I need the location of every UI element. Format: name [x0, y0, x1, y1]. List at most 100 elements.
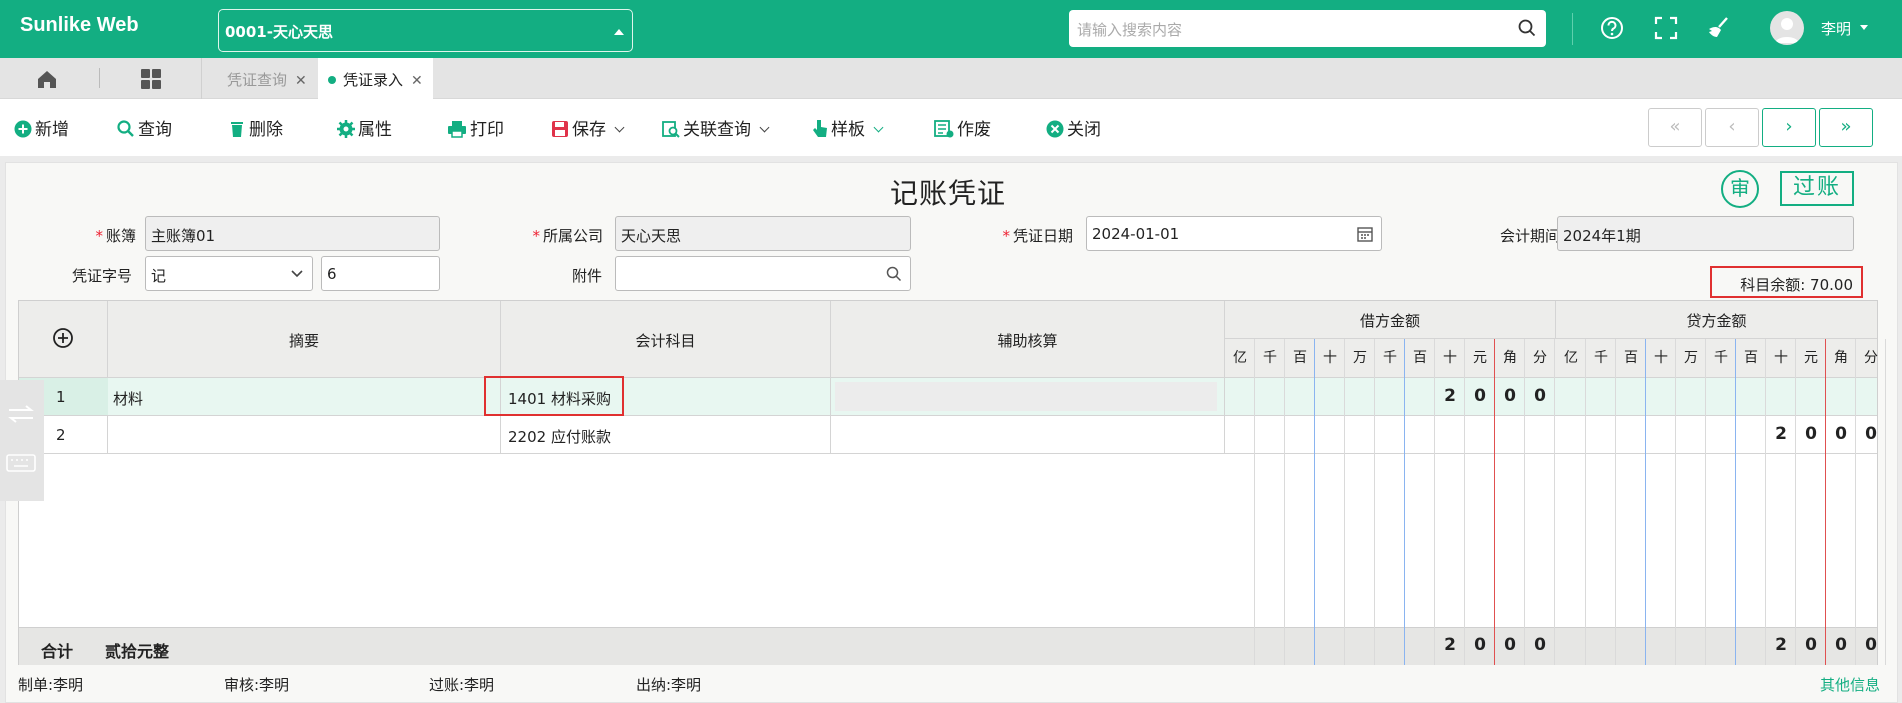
swap-arrows-icon[interactable] — [6, 404, 36, 424]
company-field[interactable]: 天心天思 — [615, 216, 911, 251]
total-debit-digit: 0 — [1474, 635, 1486, 655]
aux-cell[interactable] — [831, 378, 1225, 415]
close-button[interactable]: 关闭 — [1046, 115, 1101, 140]
credit-amount-digit: 2 — [1775, 424, 1787, 444]
help-icon[interactable] — [1598, 14, 1626, 42]
voucher-entry-grid: 摘要 会计科目 辅助核算 借方金额 贷方金额 1 材料 1401 材料采购 2 … — [18, 300, 1886, 665]
digit-divider — [1284, 627, 1285, 665]
more-info-link[interactable]: 其他信息 — [1820, 674, 1880, 695]
digit-divider — [1885, 339, 1886, 627]
poster-info: 过账:李明 — [429, 676, 495, 694]
new-button[interactable]: 新增 — [14, 115, 69, 140]
next-record-button[interactable]: › — [1762, 108, 1816, 147]
attachment-label: 附件 — [571, 267, 602, 285]
query-label: 查询 — [138, 120, 172, 140]
grid-menu-icon[interactable] — [140, 68, 162, 90]
credit-amount-digit: 0 — [1805, 424, 1817, 444]
maker-info: 制单:李明 — [18, 676, 84, 694]
add-row-header — [19, 301, 108, 378]
digit-divider — [1554, 339, 1555, 627]
tab-voucher-query[interactable]: 凭证查询 ✕ — [217, 58, 317, 99]
aux-cell[interactable] — [831, 416, 1225, 453]
active-dot-icon — [328, 76, 336, 84]
table-row[interactable]: 1 材料 1401 材料采购 — [19, 378, 1877, 416]
table-row[interactable]: 2 2202 应付账款 — [19, 416, 1877, 454]
debit-digit-3: 十 — [1323, 350, 1337, 366]
digit-divider — [1615, 627, 1616, 665]
debit-digit-6: 百 — [1413, 350, 1427, 366]
user-name[interactable]: 李明 — [1821, 18, 1851, 39]
voucher-word-select[interactable]: 记 — [145, 256, 313, 291]
col-subject-header: 会计科目 — [501, 301, 831, 378]
close-icon[interactable]: ✕ — [295, 73, 307, 89]
debit-amount-digit: 2 — [1444, 386, 1456, 406]
chevron-down-icon[interactable] — [873, 122, 884, 133]
user-avatar[interactable] — [1770, 11, 1804, 45]
credit-digit-6: 百 — [1744, 350, 1758, 366]
total-debit-digit: 0 — [1504, 635, 1516, 655]
void-button[interactable]: 作废 — [934, 115, 991, 140]
subject-cell[interactable]: 2202 应付账款 — [501, 416, 831, 453]
print-button[interactable]: 打印 — [447, 115, 504, 140]
void-label: 作废 — [957, 120, 991, 140]
company-label: * 所属公司 — [532, 227, 603, 245]
debit-digit-9: 角 — [1503, 350, 1517, 366]
total-debit-digit: 2 — [1444, 635, 1456, 655]
query-button[interactable]: 查询 — [117, 115, 172, 140]
template-button[interactable]: 样板 — [812, 115, 884, 140]
cashier-info: 出纳:李明 — [636, 676, 702, 694]
search-icon[interactable] — [886, 266, 902, 282]
digit-divider — [1765, 339, 1766, 627]
debit-digit-4: 万 — [1353, 350, 1367, 366]
search-icon[interactable] — [1518, 19, 1536, 37]
delete-label: 删除 — [249, 120, 283, 140]
tab-bar: 凭证查询 ✕ 凭证录入 ✕ — [0, 58, 1902, 99]
total-credit-digit: 0 — [1835, 635, 1847, 655]
voucher-date-field[interactable]: 2024-01-01 — [1086, 216, 1382, 251]
debit-amount-digit: 0 — [1534, 386, 1546, 406]
clean-brush-icon[interactable] — [1705, 14, 1733, 42]
ledger-field[interactable]: 主账簿01 — [145, 216, 440, 251]
user-caret-icon[interactable] — [1860, 25, 1868, 30]
period-field[interactable]: 2024年1期 — [1557, 216, 1854, 251]
digit-divider — [1585, 339, 1586, 627]
linked-query-button[interactable]: 关联查询 — [662, 115, 770, 140]
fullscreen-icon[interactable] — [1652, 14, 1680, 42]
keyboard-icon[interactable] — [6, 454, 36, 472]
debit-digit-2: 百 — [1293, 350, 1307, 366]
credit-digit-4: 万 — [1684, 350, 1698, 366]
global-search-input[interactable]: 请输入搜索内容 — [1069, 10, 1546, 47]
side-collapse-tab[interactable] — [0, 380, 44, 501]
digit-divider — [1795, 339, 1796, 627]
digit-divider — [1524, 339, 1525, 627]
highlight-subject-box — [484, 376, 624, 416]
tab-label: 凭证查询 — [227, 71, 288, 89]
tab-voucher-entry[interactable]: 凭证录入 ✕ — [318, 58, 433, 99]
calendar-icon[interactable] — [1357, 226, 1373, 242]
prev-record-button[interactable]: ‹ — [1705, 108, 1759, 147]
debit-digit-8: 元 — [1473, 350, 1487, 366]
col-summary-header: 摘要 — [108, 301, 501, 378]
save-button[interactable]: 保存 — [551, 115, 625, 140]
voucher-number-field[interactable]: 6 — [321, 256, 440, 291]
chevron-down-icon[interactable] — [759, 122, 770, 133]
digit-divider — [1344, 339, 1345, 627]
home-icon[interactable] — [36, 68, 58, 90]
credit-amount-digit: 0 — [1865, 424, 1877, 444]
chevron-down-icon[interactable] — [614, 122, 625, 133]
first-record-button[interactable]: « — [1648, 108, 1702, 147]
delete-button[interactable]: 删除 — [228, 115, 283, 140]
properties-button[interactable]: 属性 — [337, 115, 392, 140]
company-select[interactable]: 0001-天心天思 — [218, 9, 633, 52]
add-row-icon[interactable] — [52, 327, 74, 349]
aux-input[interactable] — [835, 382, 1217, 411]
credit-digit-3: 十 — [1654, 350, 1668, 366]
digit-divider — [1855, 339, 1856, 627]
voucher-date-value: 2024-01-01 — [1092, 225, 1180, 243]
last-record-button[interactable]: » — [1819, 108, 1873, 147]
close-icon[interactable]: ✕ — [411, 73, 423, 89]
summary-cell[interactable]: 材料 — [108, 378, 501, 415]
attachment-field[interactable] — [615, 256, 911, 291]
summary-cell[interactable] — [108, 416, 501, 453]
voucher-word-value: 记 — [151, 267, 167, 285]
